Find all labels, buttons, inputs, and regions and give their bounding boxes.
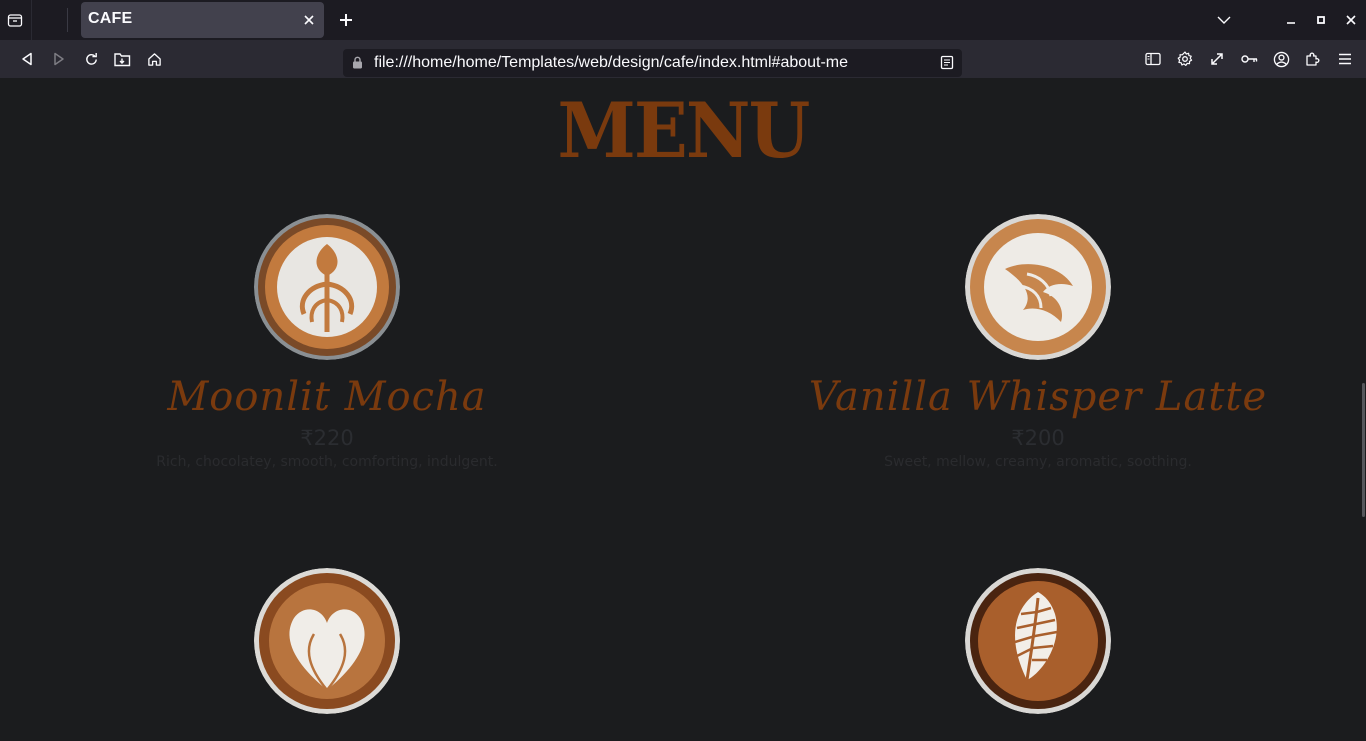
save-to-pocket-icon[interactable]: [111, 48, 133, 70]
item-description: Rich, chocolatey, smooth, comforting, in…: [156, 454, 498, 470]
tab-strip: CAFE: [0, 0, 1366, 40]
account-icon[interactable]: [1270, 48, 1292, 70]
tab-strip-divider: [67, 8, 68, 32]
menu-heading: MENU: [557, 86, 811, 175]
maximize-icon[interactable]: [1310, 9, 1332, 31]
tab-cafe[interactable]: CAFE: [81, 2, 324, 38]
close-icon[interactable]: [300, 11, 318, 29]
tab-strip-divider: [31, 0, 32, 40]
item-name: Vanilla Whisper Latte: [808, 374, 1268, 420]
tab-title: CAFE: [88, 10, 133, 27]
expand-icon[interactable]: [1206, 48, 1228, 70]
item-name: Moonlit Mocha: [167, 374, 487, 420]
plus-icon[interactable]: [335, 9, 357, 31]
coffee-latte-image: [965, 568, 1111, 714]
coffee-latte-image: [254, 214, 400, 360]
address-bar[interactable]: file:///home/home/Templates/web/design/c…: [343, 49, 962, 77]
reload-icon[interactable]: [80, 48, 102, 70]
lock-icon[interactable]: [352, 56, 363, 69]
coffee-latte-image: [965, 214, 1111, 360]
close-window-icon[interactable]: [1340, 9, 1362, 31]
tab-overview-icon[interactable]: [4, 9, 26, 31]
coffee-latte-image: [254, 568, 400, 714]
item-price: ₹200: [1011, 426, 1065, 450]
minimize-icon[interactable]: [1280, 9, 1302, 31]
chevron-down-icon[interactable]: [1213, 9, 1235, 31]
back-arrow-icon[interactable]: [16, 48, 38, 70]
page-viewport: MENU Moonlit Mocha ₹220 Rich, chocolatey…: [0, 78, 1366, 741]
menu-item: Moonlit Mocha ₹220 Rich, chocolatey, smo…: [47, 214, 607, 470]
menu-item: [47, 568, 607, 728]
hamburger-menu-icon[interactable]: [1334, 48, 1356, 70]
puzzle-icon[interactable]: [1302, 48, 1324, 70]
url-text[interactable]: file:///home/home/Templates/web/design/c…: [374, 54, 848, 72]
reader-view-icon[interactable]: [938, 53, 956, 71]
item-description: Sweet, mellow, creamy, aromatic, soothin…: [884, 454, 1192, 470]
key-icon[interactable]: [1238, 48, 1260, 70]
gear-icon[interactable]: [1174, 48, 1196, 70]
forward-arrow-icon[interactable]: [48, 48, 70, 70]
menu-item: [758, 568, 1318, 728]
menu-item: Vanilla Whisper Latte ₹200 Sweet, mellow…: [758, 214, 1318, 470]
item-price: ₹220: [300, 426, 354, 450]
page-scrollbar[interactable]: [1362, 383, 1365, 517]
sidebar-icon[interactable]: [1142, 48, 1164, 70]
home-icon[interactable]: [143, 48, 165, 70]
